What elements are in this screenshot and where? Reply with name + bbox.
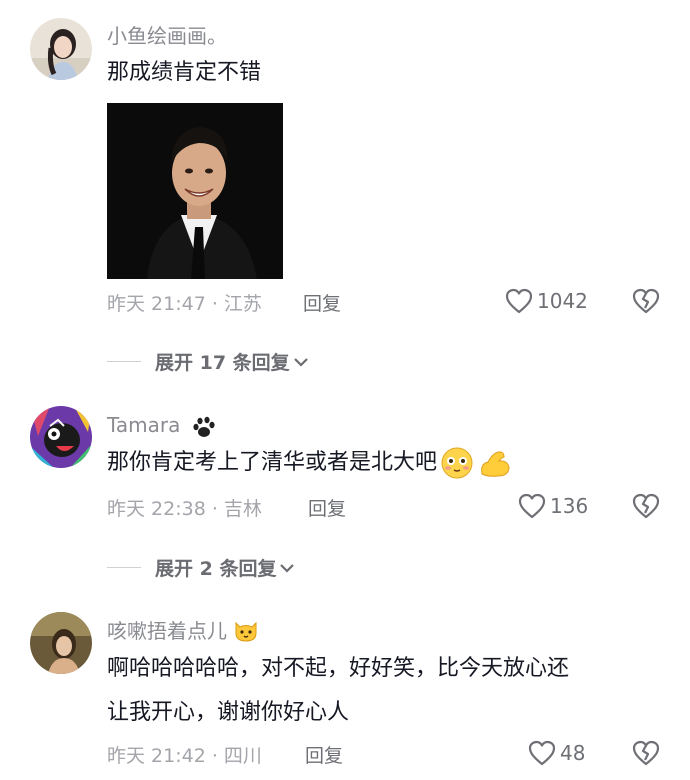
chevron-down-icon (280, 563, 295, 573)
cat-face-icon (235, 621, 257, 642)
comment-text: 那成绩肯定不错 (107, 60, 262, 85)
avatar-user-2[interactable] (30, 406, 92, 468)
expand-replies-label: 展开 17 条回复 (155, 352, 290, 374)
like-count: 136 (550, 494, 589, 518)
like-count: 1042 (537, 289, 588, 313)
comment-username[interactable]: 小鱼绘画画。 (107, 20, 227, 49)
avatar-user-1[interactable] (30, 18, 92, 80)
reply-button[interactable]: 回复 (303, 289, 341, 316)
heart-outline-icon (518, 493, 546, 519)
flexed-arm-icon (481, 451, 510, 477)
divider-line (107, 567, 141, 568)
broken-heart-icon (632, 288, 660, 314)
avatar-user-3[interactable] (30, 612, 92, 674)
dislike-button[interactable] (632, 288, 660, 318)
reply-button[interactable]: 回复 (308, 494, 346, 521)
chevron-down-icon (293, 357, 308, 367)
comment-text: 那你肯定考上了清华或者是北大吧 (107, 446, 512, 480)
comment-text-body: 那你肯定考上了清华或者是北大吧 (107, 450, 438, 475)
comment-username-text: Tamara (107, 413, 181, 437)
expand-replies-label: 展开 2 条回复 (155, 558, 277, 580)
like-count: 48 (560, 741, 586, 765)
comment-username[interactable]: 咳嗽捂着点儿 (107, 615, 259, 644)
divider-line (107, 361, 141, 362)
comment-username-text: 咳嗽捂着点儿 (107, 619, 227, 643)
like-button[interactable]: 48 (528, 740, 585, 766)
comment-username[interactable]: Tamara (107, 409, 216, 441)
broken-heart-icon (632, 493, 660, 519)
expand-replies-button[interactable]: 展开 2 条回复 (107, 554, 296, 581)
comment-meta: 昨天 21:42 · 四川 (107, 745, 262, 767)
blushing-face-icon (441, 447, 473, 479)
like-button[interactable]: 136 (518, 493, 588, 519)
comment-image[interactable] (107, 103, 283, 279)
comment-meta: 昨天 21:47 · 江苏 (107, 293, 262, 315)
comment-text-line-1: 啊哈哈哈哈哈，对不起，好好笑，比今天放心还 (107, 656, 570, 681)
comment-text-line-2: 让我开心，谢谢你好心人 (107, 700, 350, 725)
paw-print-icon (193, 416, 215, 437)
like-button[interactable]: 1042 (505, 288, 588, 314)
broken-heart-icon (632, 740, 660, 766)
dislike-button[interactable] (632, 493, 660, 523)
heart-outline-icon (505, 288, 533, 314)
reply-button[interactable]: 回复 (305, 741, 343, 768)
dislike-button[interactable] (632, 740, 660, 770)
expand-replies-button[interactable]: 展开 17 条回复 (107, 348, 310, 375)
heart-outline-icon (528, 740, 556, 766)
comment-meta: 昨天 22:38 · 吉林 (107, 498, 262, 520)
